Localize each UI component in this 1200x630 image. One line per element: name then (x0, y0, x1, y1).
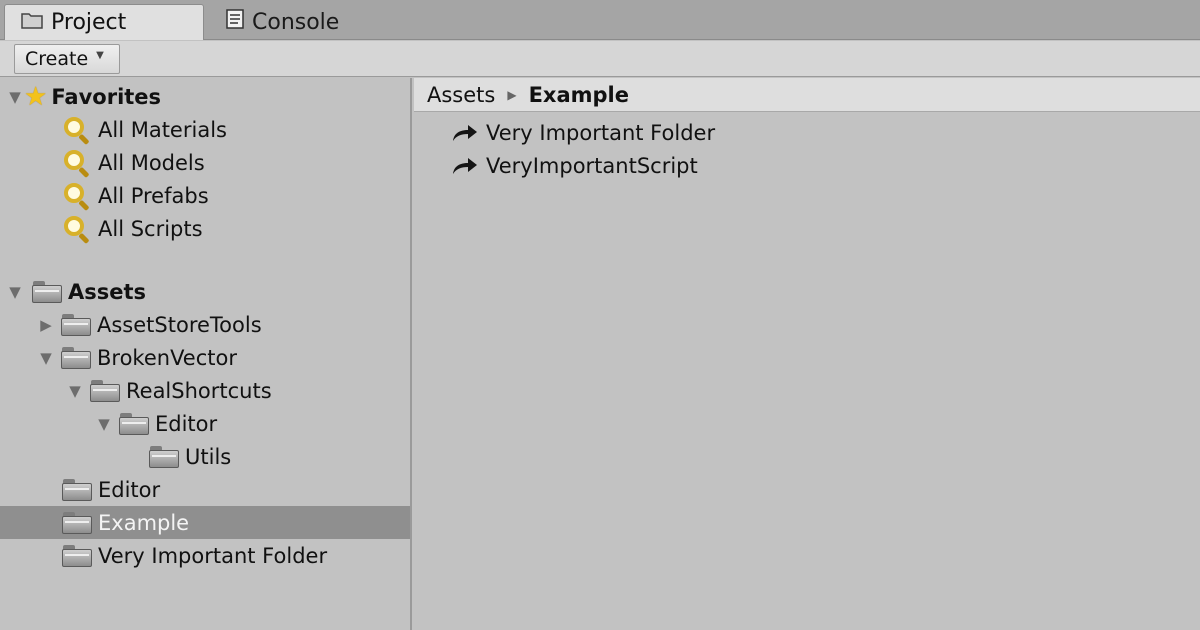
tab-bar: Project Console (0, 0, 1200, 40)
list-item-label: Very Important Folder (486, 120, 716, 145)
tree-item-assetstoretools[interactable]: ▶ AssetStoreTools (0, 308, 410, 341)
favorite-item-all-prefabs[interactable]: All Prefabs (0, 179, 410, 212)
search-icon (62, 149, 92, 178)
tab-project-label: Project (51, 10, 127, 35)
search-icon (62, 215, 92, 244)
breadcrumb-separator-icon: ▶ (507, 87, 517, 102)
folder-icon (119, 412, 149, 435)
tree-item-editor[interactable]: Editor (0, 473, 410, 506)
create-button[interactable]: Create ▼ (14, 44, 120, 74)
tree-item-label: BrokenVector (97, 345, 237, 370)
folder-icon (21, 10, 43, 35)
expand-arrow-icon[interactable]: ▼ (6, 283, 24, 301)
folder-icon (61, 313, 91, 336)
tab-project[interactable]: Project (4, 4, 204, 40)
content-item-very-important-script[interactable]: VeryImportantScript (450, 149, 698, 182)
tree-item-label: Editor (98, 477, 161, 502)
tree-item-label: Editor (155, 411, 218, 436)
folder-icon (32, 280, 62, 303)
tab-console[interactable]: Console (226, 4, 386, 40)
breadcrumb-root[interactable]: Assets (427, 83, 495, 107)
list-item-label: All Models (98, 150, 205, 175)
tree-item-editor-nested[interactable]: ▼ Editor (0, 407, 410, 440)
tree-item-label: Very Important Folder (98, 543, 328, 568)
tree-item-utils[interactable]: Utils (0, 440, 410, 473)
folder-icon (62, 544, 92, 567)
content-item-very-important-folder[interactable]: Very Important Folder (450, 116, 715, 149)
favorites-label: Favorites (51, 84, 162, 109)
dropdown-arrow-icon: ▼ (96, 49, 104, 61)
shortcut-arrow-icon (450, 124, 480, 142)
collapse-arrow-icon[interactable]: ▶ (37, 316, 55, 334)
project-tree-panel: ▼ ★ Favorites All Materials All Models A… (0, 78, 412, 630)
tree-item-label: Utils (185, 444, 232, 469)
console-icon (226, 9, 244, 35)
asset-content-panel: Assets ▶ Example Very Important Folder V… (414, 78, 1200, 630)
expand-arrow-icon[interactable]: ▼ (66, 382, 84, 400)
folder-icon (62, 478, 92, 501)
expand-arrow-icon[interactable]: ▼ (37, 349, 55, 367)
tree-item-label: RealShortcuts (126, 378, 272, 403)
breadcrumb-current: Example (528, 82, 629, 107)
list-item-label: All Scripts (98, 216, 203, 241)
tree-item-brokenvector[interactable]: ▼ BrokenVector (0, 341, 410, 374)
search-icon (62, 182, 92, 211)
breadcrumb: Assets ▶ Example (414, 78, 1200, 112)
list-item-label: VeryImportantScript (486, 153, 698, 178)
favorite-item-all-models[interactable]: All Models (0, 146, 410, 179)
tree-item-label: AssetStoreTools (97, 312, 262, 337)
search-icon (62, 116, 92, 145)
folder-icon (61, 346, 91, 369)
create-button-label: Create (25, 48, 89, 70)
shortcut-arrow-icon (450, 157, 480, 175)
tree-item-example[interactable]: Example (0, 506, 410, 539)
assets-header[interactable]: ▼ Assets (0, 275, 410, 308)
favorite-item-all-materials[interactable]: All Materials (0, 113, 410, 146)
assets-label: Assets (68, 279, 147, 304)
tree-item-label: Example (98, 510, 190, 535)
tree-item-realshortcuts[interactable]: ▼ RealShortcuts (0, 374, 410, 407)
folder-icon (62, 511, 92, 534)
tab-console-label: Console (252, 9, 340, 35)
folder-icon (149, 445, 179, 468)
favorite-item-all-scripts[interactable]: All Scripts (0, 212, 410, 245)
tree-item-very-important-folder[interactable]: Very Important Folder (0, 539, 410, 572)
folder-icon (90, 379, 120, 402)
favorites-header[interactable]: ▼ ★ Favorites (0, 80, 410, 113)
list-item-label: All Materials (98, 117, 227, 142)
expand-arrow-icon[interactable]: ▼ (95, 415, 113, 433)
expand-arrow-icon[interactable]: ▼ (6, 88, 24, 106)
star-icon: ★ (24, 81, 48, 112)
toolbar: Create ▼ (0, 41, 1200, 77)
list-item-label: All Prefabs (98, 183, 209, 208)
